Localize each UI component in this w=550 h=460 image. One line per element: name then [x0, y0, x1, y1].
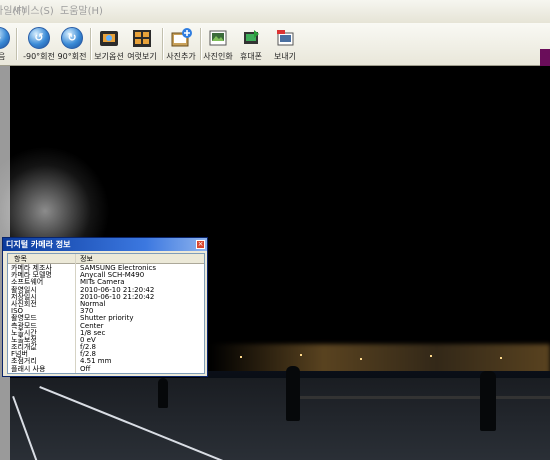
print-photo-icon	[207, 27, 229, 49]
table-row[interactable]: 촬영모드 Shutter priority	[8, 314, 204, 322]
table-row[interactable]: 측광모드 Center	[8, 322, 204, 330]
toolbar-separator	[200, 28, 202, 60]
person-silhouette	[480, 371, 496, 431]
camera-info-dialog: 디지털 카메라 정보 × 항목 정보 카메라 제조사 SAMSUNG Electr…	[2, 237, 208, 377]
view-options-label: 보기옵션	[94, 52, 124, 61]
print-photo-button[interactable]: 사진인화	[203, 25, 233, 63]
dialog-title: 디지털 카메라 정보	[6, 240, 71, 249]
menu-service[interactable]: 서비스(S)	[12, 2, 54, 17]
view-options-button[interactable]: 보기옵션	[94, 25, 124, 63]
table-row[interactable]: 조리개값 f/2.8	[8, 343, 204, 351]
rotate-button[interactable]: › 음	[0, 25, 10, 63]
city-light	[360, 358, 362, 360]
table-row[interactable]: 노출보정 0 eV	[8, 336, 204, 344]
table-row[interactable]: 사진회전 Normal	[8, 300, 204, 308]
add-photo-icon	[170, 27, 192, 49]
table-body: 카메라 제조사 SAMSUNG Electronics 카메라 모델명 Anycall…	[8, 264, 204, 373]
rotate-right-button[interactable]: ↻ 90°회전	[56, 25, 88, 63]
send-icon	[274, 27, 296, 49]
send-button[interactable]: 보내기	[270, 25, 300, 63]
fence	[290, 396, 550, 399]
add-photo-label: 사진추가	[166, 52, 196, 61]
multi-view-button[interactable]: 여럿보기	[127, 25, 157, 63]
road-path	[10, 378, 550, 460]
multi-view-icon	[131, 27, 153, 49]
mobile-phone-button[interactable]: 휴대폰	[236, 25, 266, 63]
rotate-right-icon: ↻	[61, 27, 83, 49]
close-icon[interactable]: ×	[196, 240, 205, 249]
mobile-phone-label: 휴대폰	[239, 52, 263, 61]
toolbar-separator	[16, 28, 18, 60]
toolbar-separator	[90, 28, 92, 60]
print-photo-label: 사진인화	[203, 52, 233, 61]
column-header-info[interactable]: 정보	[80, 254, 93, 264]
view-options-icon	[98, 27, 120, 49]
mobile-phone-icon	[240, 27, 262, 49]
person-silhouette	[158, 378, 168, 408]
forward-icon: ›	[0, 27, 10, 49]
rotate-left-label: -90°회전	[23, 52, 55, 61]
rotate-button-label: 음	[0, 52, 6, 61]
city-light	[430, 355, 432, 357]
city-light	[240, 356, 242, 358]
person-silhouette	[286, 366, 300, 421]
add-photo-button[interactable]: 사진추가	[166, 25, 196, 63]
rotate-right-label: 90°회전	[57, 52, 87, 61]
rotate-left-icon: ↺	[28, 27, 50, 49]
multi-view-label: 여럿보기	[127, 52, 157, 61]
menu-bar: 파일(F) 서비스(S) 도움말(H)	[0, 0, 550, 24]
column-header-item[interactable]: 항목	[14, 254, 27, 264]
table-row[interactable]: 저장일시 2010-06-10 21:20:42	[8, 293, 204, 301]
row-value: Off	[80, 364, 91, 373]
rotate-left-button[interactable]: ↺ -90°회전	[22, 25, 56, 63]
toolbar-separator	[162, 28, 164, 60]
toolbar: › 음 ↺ -90°회전 ↻ 90°회전 보기옵션 여럿보기 사진추가 사진인화	[0, 23, 550, 84]
camera-info-table[interactable]: 항목 정보 카메라 제조사 SAMSUNG Electronics 카메라 모델명 A…	[7, 253, 205, 374]
send-label: 보내기	[273, 52, 297, 61]
dialog-titlebar[interactable]: 디지털 카메라 정보 ×	[3, 238, 207, 251]
table-row[interactable]: 노출시간 1/8 sec	[8, 329, 204, 337]
table-row[interactable]: 플래시 사용 Off	[8, 364, 204, 373]
row-key: 플래시 사용	[11, 364, 46, 373]
city-light	[500, 357, 502, 359]
table-header: 항목 정보	[8, 254, 204, 264]
menu-help[interactable]: 도움말(H)	[60, 2, 103, 17]
city-light	[300, 354, 302, 356]
